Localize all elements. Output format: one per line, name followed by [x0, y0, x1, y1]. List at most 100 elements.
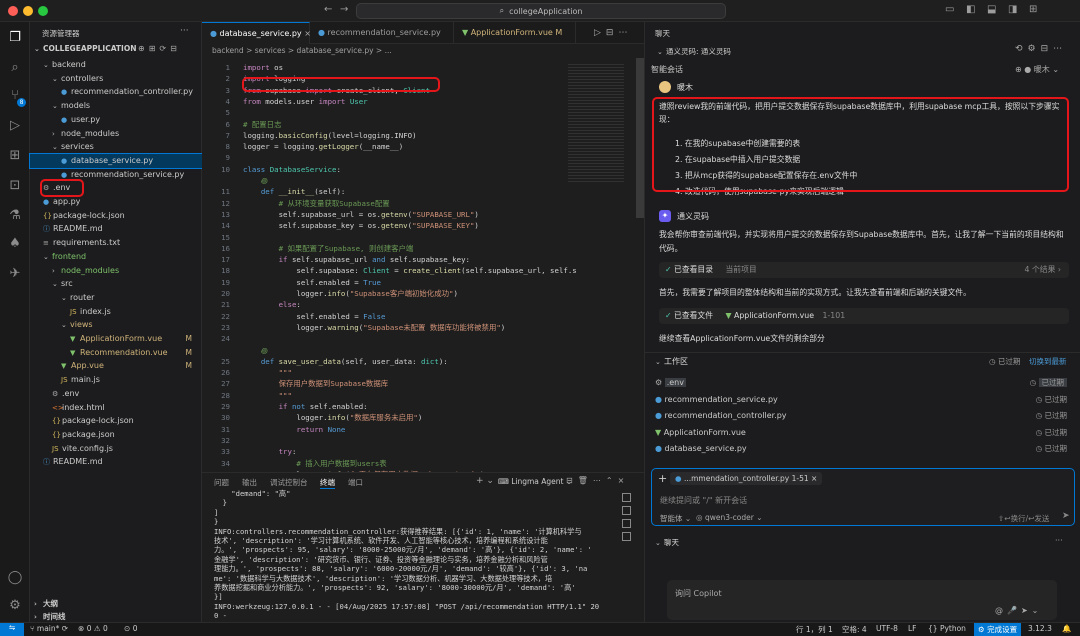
code-line[interactable]: ꩜ [202, 175, 268, 186]
more-actions-icon[interactable]: ··· [1055, 536, 1063, 545]
files-icon[interactable]: ❐ [7, 30, 23, 46]
tree-folder[interactable]: ⌄ services [30, 140, 202, 154]
new-terminal-icon[interactable]: + ⌄ [476, 476, 494, 486]
code-line[interactable]: 7 logging.basicConfig(level=logging.INFO) [202, 130, 417, 141]
tree-folder[interactable]: ⌄ backend [30, 58, 202, 72]
context-chip[interactable]: ● ...mmendation_controller.py 1-51 × [670, 472, 823, 485]
code-line[interactable]: 2 import logging [202, 73, 306, 84]
tool-call-file[interactable]: ✓ 已查看文件 ▼ ApplicationForm.vue 1-101 [659, 308, 1069, 324]
back-arrow-icon[interactable]: ← [324, 4, 332, 15]
code-line[interactable]: 17 if self.supabase_url and self.supabas… [202, 254, 470, 265]
terminal-instance-icon[interactable] [622, 519, 631, 528]
code-line[interactable]: 20 logger.info("Supabase客户端初始化成功") [202, 288, 458, 299]
language-mode[interactable]: {} Python [928, 624, 966, 633]
code-line[interactable]: 12 # 从环境变量获取Supabase配置 [202, 198, 390, 209]
code-line[interactable]: 28 """ [202, 390, 292, 401]
code-line[interactable]: 13 self.supabase_url = os.getenv("SUPABA… [202, 209, 479, 220]
workspace-file[interactable]: ⚙ .env ◷ 已过期 [655, 375, 1075, 391]
tree-file[interactable]: ● recommendation_controller.py [30, 85, 202, 99]
tree-folder[interactable]: ⌄ frontend [30, 250, 202, 264]
tree-folder[interactable]: ⌄ views [30, 318, 202, 332]
lingma-icon[interactable]: ✈ [7, 266, 23, 282]
code-line[interactable]: 9 [202, 152, 243, 163]
code-line[interactable]: 6 # 配置日志 [202, 119, 282, 130]
command-center-search[interactable]: ⌕ collegeApplication [356, 3, 726, 19]
eol[interactable]: LF [908, 624, 917, 633]
outline-section[interactable]: › 大纲 [34, 598, 58, 609]
tab-ports[interactable]: 端口 [348, 477, 363, 488]
customize-layout-icon[interactable]: ⊞ [1029, 4, 1037, 15]
tree-folder[interactable]: ⌄ src [30, 277, 202, 291]
code-line[interactable]: 23 logger.warning("Supabase未配置 数据库功能将被禁用… [202, 322, 505, 333]
tab-application-form[interactable]: ▼ ApplicationForm.vue M [454, 22, 576, 44]
tree-file[interactable]: {}package-lock.json [30, 414, 202, 428]
code-line[interactable]: 24 [202, 333, 243, 344]
test-icon[interactable]: ⚗ [7, 208, 23, 224]
minimize-window-button[interactable] [23, 6, 33, 16]
code-line[interactable]: 10 class DatabaseService: [202, 164, 341, 175]
code-line[interactable]: 33 try: [202, 446, 296, 457]
extensions-icon[interactable]: ⊞ [7, 148, 23, 164]
tree-file[interactable]: {}package.json [30, 428, 202, 442]
terminal-instance-icon[interactable] [622, 506, 631, 515]
code-line[interactable]: 19 self.enabled = True [202, 277, 381, 288]
code-line[interactable]: 5 [202, 107, 243, 118]
tree-file[interactable]: ● app.py [30, 195, 202, 209]
tree-file[interactable]: <>index.html [30, 401, 202, 415]
tree-file[interactable]: ⓘ README.md [30, 222, 202, 236]
code-line[interactable]: 34 # 插入用户数据到users表 [202, 458, 387, 469]
code-line[interactable]: 8 logger = logging.getLogger(__name__) [202, 141, 404, 152]
tree-file[interactable]: ⚙ .env [30, 181, 202, 195]
workspace-root[interactable]: ⌄ COLLEGEAPPLICATION [34, 44, 137, 53]
code-line[interactable]: 32 [202, 435, 243, 446]
code-line[interactable]: 30 logger.info("数据库服务未启用") [202, 412, 422, 423]
search-icon[interactable]: ⌕ [7, 60, 23, 76]
workspace-file[interactable]: ● recommendation_controller.py ◷ 已过期 [655, 408, 1075, 424]
chat2-header[interactable]: ⌄ 聊天 [655, 537, 679, 548]
workspace-file[interactable]: ● database_service.py ◷ 已过期 [655, 441, 1075, 457]
code-line[interactable]: 26 """ [202, 367, 292, 378]
code-line[interactable]: 27 保存用户数据到Supabase数据库 [202, 378, 388, 389]
workspace-file[interactable]: ▼ ApplicationForm.vue ◷ 已过期 [655, 425, 1075, 441]
code-line[interactable]: 21 else: [202, 299, 301, 310]
bell-icon[interactable]: 🔔 [1062, 624, 1071, 633]
code-line[interactable]: 15 [202, 232, 243, 243]
sync-icon[interactable]: ⟳ [62, 624, 68, 633]
tree-file[interactable]: ▼ App.vue M [30, 359, 202, 373]
python-version[interactable]: 3.12.3 [1028, 624, 1052, 633]
tab-terminal[interactable]: 终端 [320, 477, 335, 489]
code-line[interactable]: ꩜ [202, 345, 268, 356]
copilot-input[interactable]: 询问 Copilot [675, 588, 722, 599]
minimap[interactable] [568, 64, 624, 184]
switch-latest-link[interactable]: 切换到最新 [1029, 356, 1067, 367]
git-branch[interactable]: ⑂ main* ⟳ [30, 624, 68, 633]
tree-file[interactable]: JS vite.config.js [30, 442, 202, 456]
tab-debug-console[interactable]: 调试控制台 [270, 477, 308, 488]
ports-count[interactable]: ⊙ 0 [124, 624, 137, 633]
tab-output[interactable]: 输出 [242, 477, 257, 488]
mode-selector[interactable]: 智能体 ⌄ [660, 513, 691, 524]
code-line[interactable]: 29 if not self.enabled: [202, 401, 368, 412]
terminal-instance-icon[interactable] [622, 532, 631, 541]
toggle-sidebar-icon[interactable]: ◧ [966, 4, 975, 15]
workspace-file[interactable]: ● recommendation_service.py ◷ 已过期 [655, 392, 1075, 408]
code-line[interactable]: 22 self.enabled = False [202, 311, 385, 322]
tree-file[interactable]: JS index.js [30, 305, 202, 319]
remote-indicator-icon[interactable]: ⇋ [0, 623, 24, 636]
terminal-selector[interactable]: ⌨ Lingma Agent ⌄ [498, 477, 572, 486]
finish-setup-button[interactable]: ⚙ 完成设置 [974, 623, 1022, 636]
tool-call-directory[interactable]: ✓ 已查看目录 当前项目 4 个结果 › [659, 262, 1069, 278]
code-line[interactable]: 31 return None [202, 424, 345, 435]
tree-folder[interactable]: › node_modules [30, 264, 202, 278]
encoding[interactable]: UTF-8 [876, 624, 898, 633]
chat-toolbar-icons[interactable]: ⟲⚙⊟⋯ [1015, 44, 1067, 54]
tree-file[interactable]: ▼ Recommendation.vue M [30, 346, 202, 360]
terminal-list[interactable] [622, 493, 632, 563]
toggle-panel-icon[interactable]: ⬓ [987, 4, 996, 15]
tree-file[interactable]: ≡ requirements.txt [30, 236, 202, 250]
tab-recommendation-service[interactable]: ● recommendation_service.py [310, 22, 454, 44]
copilot-input-icons[interactable]: @🎤➤⌄ [995, 606, 1042, 615]
breadcrumb[interactable]: backend > services > database_service.py… [212, 46, 392, 58]
tab-database-service[interactable]: ● database_service.py × [202, 22, 311, 44]
workspace-header[interactable]: ⌄ 工作区 [655, 356, 688, 367]
